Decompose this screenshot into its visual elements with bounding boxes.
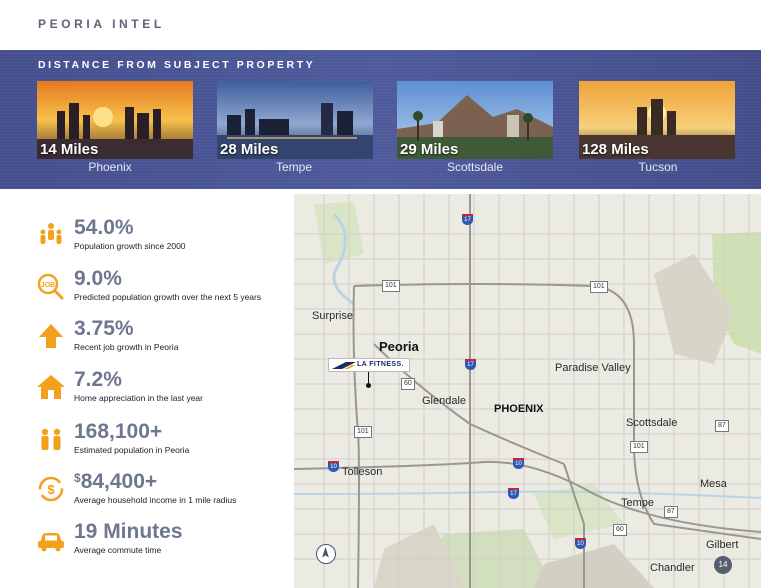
stat-item: 54.0% Population growth since 2000 [36, 216, 294, 256]
interstate-17-shield: 17 [462, 214, 473, 225]
stat-item: $ $84,400+ Average household income in 1… [36, 470, 294, 510]
car-icon [36, 524, 66, 554]
city-name: Tempe [275, 160, 313, 174]
stat-label: Population growth since 2000 [74, 241, 186, 251]
page-title: PEORIA INTEL [38, 17, 165, 31]
route-14-badge: 14 [714, 556, 732, 574]
interstate-17-shield: 17 [465, 359, 476, 370]
stat-value: 19 Minutes [74, 520, 183, 543]
stats-list: 54.0% Population growth since 2000 JOB 9… [0, 200, 294, 588]
stat-value: $84,400+ [74, 470, 157, 494]
la-fitness-label: LA FITNESS. [357, 361, 404, 368]
stat-label: Predicted population growth over the nex… [74, 292, 262, 302]
stat-value: 3.75% [74, 317, 134, 340]
family-icon [36, 424, 66, 454]
svg-text:JOB: JOB [41, 282, 55, 289]
la-fitness-marker[interactable]: LA FITNESS. [328, 358, 410, 372]
city-name: Tucson [638, 160, 678, 174]
sr-87-shield: 87 [664, 506, 678, 518]
city-photo-tucson: 128 Miles [579, 81, 735, 159]
city-name: Scottsdale [446, 160, 504, 174]
us-60-shield: 60 [613, 524, 627, 536]
sr-87-shield: 87 [715, 420, 729, 432]
banner-title: DISTANCE FROM SUBJECT PROPERTY [38, 59, 316, 71]
city-distance: 128 Miles [582, 141, 649, 158]
stat-value: 54.0% [74, 216, 134, 239]
map-label-surprise: Surprise [312, 310, 353, 322]
stat-item: 168,100+ Estimated population in Peoria [36, 420, 294, 460]
map-label-glendale: Glendale [422, 395, 467, 407]
stat-value: 7.2% [74, 368, 122, 391]
city-photo-phoenix: 14 Miles [37, 81, 193, 159]
map-label-phoenix: PHOENIX [494, 403, 544, 415]
stat-item: JOB 9.0% Predicted population growth ove… [36, 267, 294, 307]
interstate-10-shield: 10 [328, 461, 339, 472]
marker-pin-dot [366, 383, 371, 388]
stat-value: 9.0% [74, 267, 122, 290]
house-icon [36, 372, 66, 402]
stat-value-number: 84,400+ [80, 470, 158, 493]
map-label-tempe: Tempe [621, 497, 655, 509]
distance-banner: DISTANCE FROM SUBJECT PROPERTY 14 Miles … [0, 50, 761, 189]
us-60-shield: 60 [401, 378, 415, 390]
arrow-up-icon [36, 321, 66, 351]
stat-item: 3.75% Recent job growth in Peoria [36, 317, 294, 357]
stat-item: 19 Minutes Average commute time [36, 520, 294, 560]
sr-101-shield: 101 [382, 280, 400, 292]
people-icon [36, 220, 66, 250]
sr-101-shield: 101 [354, 426, 372, 438]
la-fitness-logo-icon [332, 362, 356, 369]
map-label-chandler: Chandler [650, 562, 695, 574]
map-label-paradise-valley: Paradise Valley [555, 362, 631, 374]
job-search-icon: JOB [36, 271, 66, 301]
stat-label: Estimated population in Peoria [74, 445, 190, 455]
map-label-scottsdale: Scottsdale [626, 417, 678, 429]
city-name: Phoenix [88, 160, 132, 174]
interstate-10-shield: 10 [513, 458, 524, 469]
compass-icon[interactable] [316, 544, 336, 564]
city-distance: 14 Miles [40, 141, 99, 158]
city-distance: 29 Miles [400, 141, 459, 158]
stat-label: Average household income in 1 mile radiu… [74, 495, 237, 505]
map-label-mesa: Mesa [700, 478, 727, 490]
interstate-17-shield: 17 [508, 488, 519, 499]
dollar-cycle-icon: $ [36, 474, 66, 504]
map-label-peoria: Peoria [379, 339, 419, 354]
stat-label: Average commute time [74, 545, 162, 555]
area-map[interactable]: Surprise Peoria Glendale PHOENIX Paradis… [294, 194, 761, 588]
map-base [294, 194, 761, 588]
stat-value: 168,100+ [74, 420, 163, 443]
stat-value-prefix: $ [74, 471, 81, 485]
map-label-tolleson: Tolleson [342, 466, 383, 478]
city-photo-scottsdale: 29 Miles [397, 81, 553, 159]
city-photo-tempe: 28 Miles [217, 81, 373, 159]
sr-101-shield: 101 [630, 441, 648, 453]
stat-label: Home appreciation in the last year [74, 393, 203, 403]
interstate-10-shield: 10 [575, 538, 586, 549]
stat-item: 7.2% Home appreciation in the last year [36, 368, 294, 408]
sr-101-shield: 101 [590, 281, 608, 293]
svg-text:$: $ [47, 482, 55, 497]
stat-label: Recent job growth in Peoria [74, 342, 179, 352]
city-distance: 28 Miles [220, 141, 279, 158]
map-label-gilbert: Gilbert [706, 539, 739, 551]
